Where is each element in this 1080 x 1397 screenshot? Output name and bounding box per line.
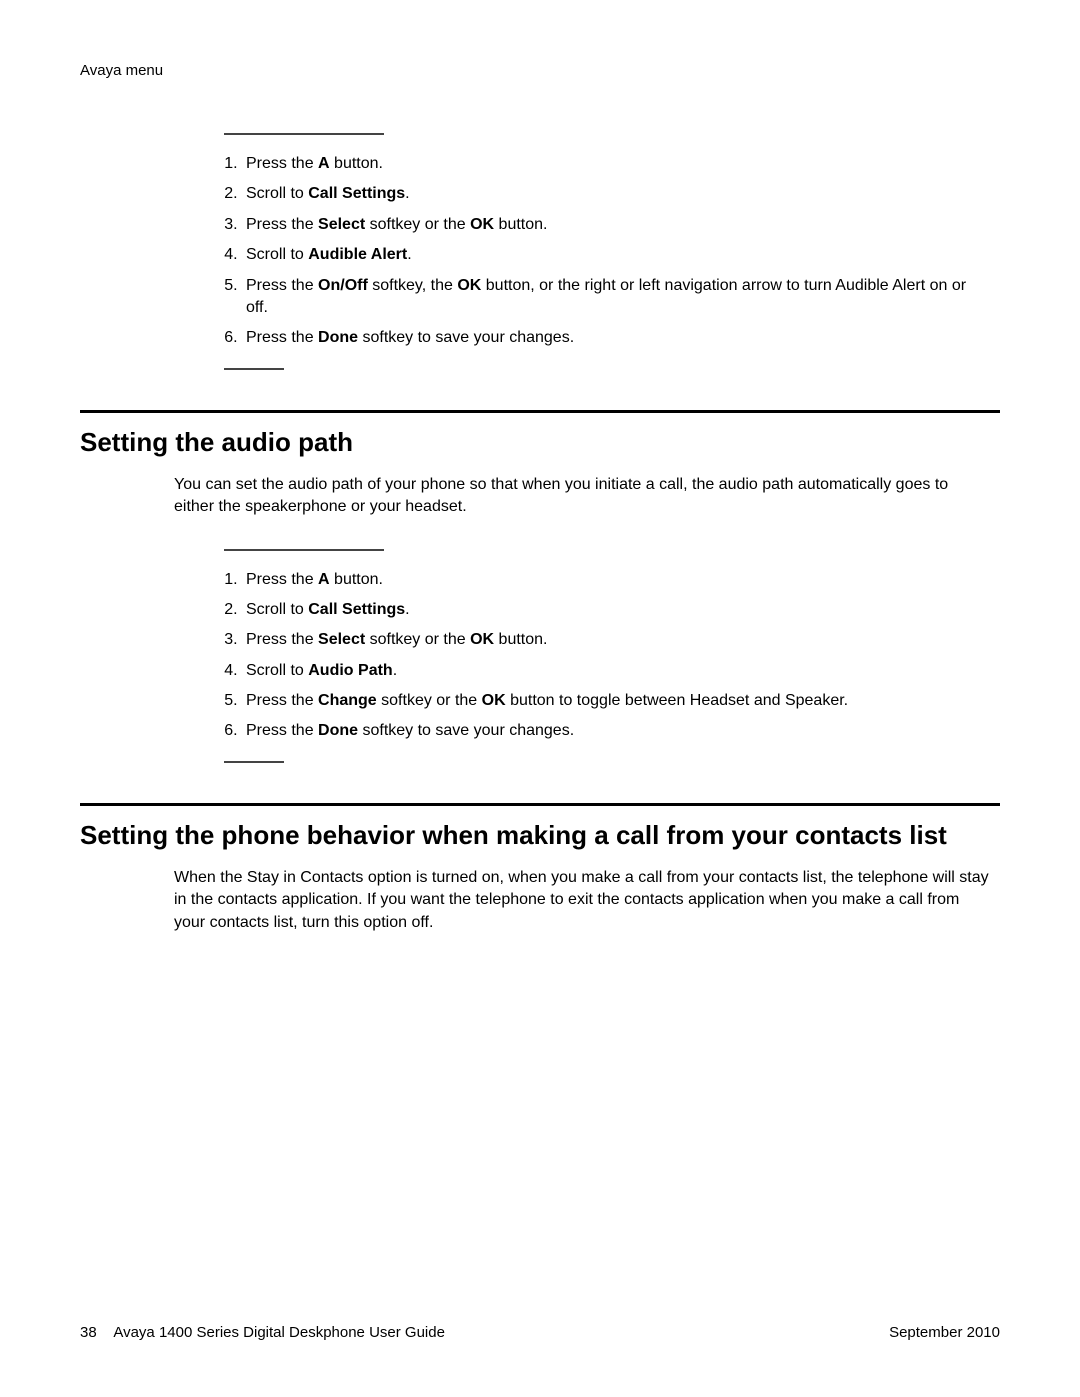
page-number: 38 <box>80 1324 97 1341</box>
footer-title: Avaya 1400 Series Digital Deskphone User… <box>113 1324 445 1341</box>
footer-left: 38 Avaya 1400 Series Digital Deskphone U… <box>80 1324 445 1341</box>
page-footer: 38 Avaya 1400 Series Digital Deskphone U… <box>80 1324 1000 1341</box>
step: Press the Change softkey or the OK butto… <box>242 690 990 712</box>
step: Press the Select softkey or the OK butto… <box>242 214 990 236</box>
section-rule-3 <box>80 803 1000 806</box>
rule-close-2 <box>224 761 284 763</box>
section-title-audio-path: Setting the audio path <box>80 427 1000 458</box>
step: Scroll to Call Settings. <box>242 183 990 205</box>
procedure-1: Press the A button. Scroll to Call Setti… <box>224 133 990 370</box>
step: Scroll to Audio Path. <box>242 660 990 682</box>
step: Press the Done softkey to save your chan… <box>242 720 990 742</box>
rule-close-1 <box>224 368 284 370</box>
steps-list-2: Press the A button. Scroll to Call Setti… <box>224 569 990 743</box>
section-title-phone-behavior: Setting the phone behavior when making a… <box>80 820 1000 851</box>
step: Press the On/Off softkey, the OK button,… <box>242 275 990 320</box>
step: Press the Select softkey or the OK butto… <box>242 629 990 651</box>
running-head: Avaya menu <box>80 62 1000 79</box>
step: Press the A button. <box>242 569 990 591</box>
footer-date: September 2010 <box>889 1324 1000 1341</box>
rule-open-1 <box>224 133 384 135</box>
procedure-2: Press the A button. Scroll to Call Setti… <box>224 549 990 763</box>
rule-open-2 <box>224 549 384 551</box>
section-rule-2 <box>80 410 1000 413</box>
step: Scroll to Audible Alert. <box>242 244 990 266</box>
intro-phone-behavior: When the Stay in Contacts option is turn… <box>174 867 990 934</box>
intro-audio-path: You can set the audio path of your phone… <box>174 474 990 519</box>
steps-list-1: Press the A button. Scroll to Call Setti… <box>224 153 990 350</box>
step: Scroll to Call Settings. <box>242 599 990 621</box>
step: Press the Done softkey to save your chan… <box>242 327 990 349</box>
step: Press the A button. <box>242 153 990 175</box>
